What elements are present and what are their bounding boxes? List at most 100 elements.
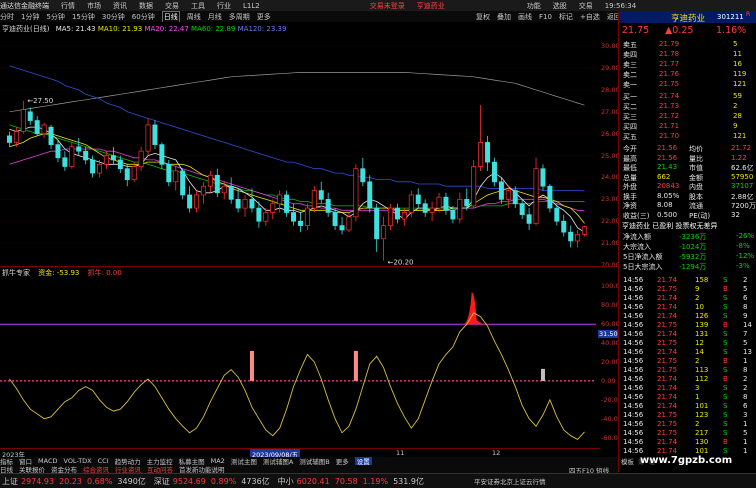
bid-row[interactable]: 买一 21.74 59 [623, 92, 753, 102]
info-tab[interactable]: 综合资讯 [83, 465, 109, 473]
indicator-tab[interactable]: CCI [98, 457, 109, 465]
menu-item-market[interactable]: 市场 [87, 1, 101, 11]
flow-row[interactable]: 大宗流入 -1024万 -8% [623, 242, 753, 252]
ma60-label: MA60: 22.89 [191, 25, 236, 33]
menu-item-quote[interactable]: 行情 [61, 1, 75, 11]
menu-item-trade[interactable]: 交易 [165, 1, 179, 11]
candle-body [422, 203, 428, 213]
period-tab-daily[interactable]: 日线 [161, 11, 180, 22]
price-line: 21.75 ▲0.25 1.16% [619, 25, 756, 37]
indicator-tab-more[interactable]: 更多 [336, 457, 349, 465]
stat-value: 662 [657, 172, 671, 181]
period-tab[interactable]: 周线 [187, 12, 201, 22]
period-tab[interactable]: 60分钟 [132, 12, 155, 22]
indicator-chart[interactable] [0, 277, 600, 447]
ask-row[interactable]: 卖五 21.79 5 [623, 40, 753, 50]
info-tab[interactable]: 日线 [0, 465, 13, 473]
indicator-tab[interactable]: MA2 [211, 457, 225, 465]
bid-row[interactable]: 买三 21.72 28 [623, 112, 753, 122]
tool-draw[interactable]: 画线 [518, 12, 532, 22]
tool-overlay[interactable]: 叠加 [497, 12, 511, 22]
menu-item-news[interactable]: 资讯 [113, 1, 127, 11]
period-tab[interactable]: 1分钟 [21, 12, 39, 22]
tool-mark[interactable]: 标记 [559, 12, 573, 22]
sz-label[interactable]: 深证 [154, 476, 170, 487]
info-tab[interactable]: 首发新功能说明 [179, 465, 225, 473]
tool-rights[interactable]: 复权 [476, 12, 490, 22]
period-tab[interactable]: 月线 [208, 12, 222, 22]
indicator-tick: 20.00 [601, 358, 620, 366]
menu-item-data[interactable]: 数据 [139, 1, 153, 11]
panel-tab[interactable]: 模板 [621, 456, 634, 466]
info-tab[interactable]: 资金分布 [51, 465, 77, 473]
flow-row[interactable]: 5日大宗流入 -1294万 -3% [623, 262, 753, 272]
server-status[interactable]: 平安证券北京上证云行情 [474, 476, 546, 486]
indicator-tick: 0.00 [601, 376, 616, 385]
pane-divider [0, 266, 618, 267]
period-tab[interactable]: 分时 [0, 12, 14, 22]
stat-row[interactable]: 净资 8.08 流通 7200万 [623, 201, 756, 211]
indicator-tab[interactable]: VOL-TDX [63, 457, 91, 465]
stat-row[interactable]: 总量 662 金额 57950 [623, 173, 753, 183]
bid-row[interactable]: 买二 21.73 2 [623, 102, 753, 112]
menu-right-function[interactable]: 功能 [527, 1, 541, 11]
stat-row[interactable]: 外盘 20843 内盘 37107 [623, 182, 753, 192]
flow-row[interactable]: 5日净流入额 -5932万 -12% [623, 252, 754, 262]
menu-item-industry[interactable]: 行业 [217, 1, 231, 11]
menu-item-tools[interactable]: 工具 [191, 1, 205, 11]
tick-count: 13 [743, 348, 752, 356]
stat-row[interactable]: 收益(三) 0.500 PE(动) 32 [623, 211, 753, 221]
bid-row[interactable]: 买四 21.71 9 [623, 122, 753, 132]
stat-row[interactable]: 换手 8.05% 股本 2.88亿 [623, 192, 754, 202]
period-tab[interactable]: 30分钟 [102, 12, 125, 22]
ask-row[interactable]: 卖一 21.75 121 [623, 80, 753, 90]
period-tab[interactable]: 多周期 [229, 12, 250, 22]
indicator-tab[interactable]: 窗口 [19, 457, 32, 465]
tick-volume: 14 [695, 348, 704, 356]
indicator-tab[interactable]: 测试辅图B [299, 457, 329, 465]
indicator-tab[interactable]: 测试主图 [231, 457, 257, 465]
menu-item-l1l2[interactable]: L1L2 [243, 2, 260, 10]
indicator-tab[interactable]: 指标 [0, 457, 13, 465]
candle-body [131, 166, 137, 180]
indicator-tab[interactable]: MACD [38, 457, 57, 465]
menu-right-trade[interactable]: 交易 [579, 1, 593, 11]
indicator-tab[interactable]: 测试辅图A [263, 457, 293, 465]
tool-add-watch[interactable]: +自选 [580, 12, 600, 22]
stat-value: 37107 [731, 182, 754, 190]
flow-pct: -8% [736, 242, 750, 250]
candlestick-chart[interactable]: ←27.50 ←20.20 [0, 33, 600, 265]
bid-row[interactable]: 买五 21.70 121 [623, 132, 753, 142]
trade-status[interactable]: 交易未登录 [370, 1, 405, 11]
indicator-tab[interactable]: 趋势动力 [115, 457, 141, 465]
flow-value: -1294万 [679, 263, 707, 271]
flow-row[interactable]: 净流入额 -3236万 -26% [623, 232, 754, 242]
sh-label[interactable]: 上证 [2, 476, 18, 487]
stat-row[interactable]: 最低 21.43 市值 62.6亿 [623, 163, 754, 173]
stat-row[interactable]: 今开 21.56 均价 21.72 [623, 144, 753, 154]
indicator-tab[interactable]: 私募主图 [179, 457, 205, 465]
stat-label: 最高 [623, 154, 637, 163]
info-tab[interactable]: 关联报价 [19, 465, 45, 473]
indicator-tab-settings[interactable]: 设置 [354, 457, 372, 465]
zx-label[interactable]: 中小 [278, 476, 294, 487]
stat-label: 金额 [689, 173, 703, 182]
ask-row[interactable]: 卖四 21.78 11 [623, 50, 753, 60]
tool-f10[interactable]: F10 [539, 13, 552, 21]
menu-right-pick[interactable]: 选股 [553, 1, 567, 11]
info-tab[interactable]: 行业资讯 [115, 465, 141, 473]
ask-row[interactable]: 卖二 21.76 119 [623, 70, 753, 80]
info-tab[interactable]: 互动问答 [147, 465, 173, 473]
tick-time: 14:56 [623, 294, 644, 302]
period-tab-more[interactable]: 更多 [257, 12, 271, 22]
tick-price: 21.74 [657, 384, 678, 392]
indicator-tab[interactable]: 主力监控 [147, 457, 173, 465]
candle-body [332, 212, 338, 226]
bid-price: 21.70 [659, 132, 680, 140]
period-tab[interactable]: 5分钟 [46, 12, 64, 22]
period-tab[interactable]: 15分钟 [72, 12, 95, 22]
indicator-name[interactable]: 抓牛专家 [2, 269, 30, 277]
ask-row[interactable]: 卖三 21.77 16 [623, 60, 753, 70]
tick-price: 21.75 [657, 357, 678, 365]
stat-row[interactable]: 最高 21.56 量比 1.22 [623, 154, 753, 164]
